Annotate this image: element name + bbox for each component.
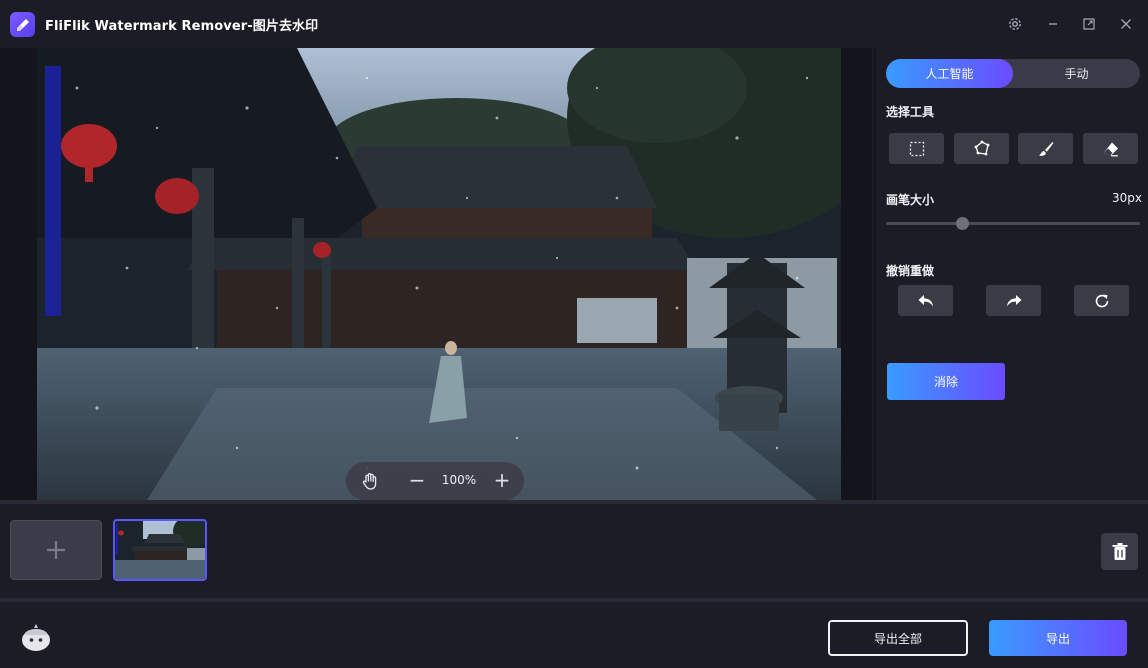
slider-thumb[interactable] — [955, 217, 969, 230]
select-tool-label: 选择工具 — [886, 105, 935, 119]
redo-button[interactable] — [986, 285, 1041, 316]
title-bar: FliFlik Watermark Remover-图片去水印 — [0, 0, 1148, 48]
gear-icon[interactable] — [1005, 14, 1025, 34]
trash-icon — [1112, 542, 1127, 560]
brush-button[interactable] — [1018, 133, 1073, 164]
brush-size-slider[interactable] — [886, 217, 1140, 230]
eraser-button[interactable] — [1083, 133, 1138, 164]
undo-icon — [918, 294, 933, 306]
export-button[interactable]: 导出 — [989, 620, 1127, 656]
lasso-select-icon — [974, 140, 989, 155]
undo-button[interactable] — [898, 285, 953, 316]
zoom-out-button[interactable]: − — [408, 470, 426, 492]
rectangle-select-button[interactable] — [889, 133, 944, 164]
app-title: FliFlik Watermark Remover-图片去水印 — [45, 19, 319, 34]
maximize-icon[interactable] — [1079, 14, 1099, 34]
hand-icon[interactable] — [360, 471, 380, 491]
brush-icon — [1038, 141, 1053, 156]
brush-size-label: 画笔大小 — [886, 193, 935, 207]
broom-icon — [10, 12, 35, 37]
tab-ai-mode[interactable]: 人工智能 — [886, 59, 1013, 88]
rectangle-select-icon — [909, 141, 924, 156]
lasso-select-button[interactable] — [954, 133, 1009, 164]
eraser-icon — [1103, 142, 1118, 156]
zoom-toolbar: − 100% + — [346, 462, 524, 500]
reset-icon — [1095, 294, 1108, 307]
clear-button[interactable]: 消除 — [887, 363, 1005, 400]
image-strip — [0, 500, 1148, 598]
minimize-icon[interactable] — [1043, 14, 1063, 34]
zoom-in-button[interactable]: + — [493, 470, 511, 492]
edited-photo[interactable] — [37, 48, 841, 500]
undo-redo-label: 撤销重做 — [886, 264, 935, 278]
tab-manual-mode[interactable]: 手动 — [1013, 59, 1140, 88]
plus-icon — [47, 541, 65, 559]
tool-panel: 人工智能 手动 选择工具 画笔大小 30px 撤销重做 消除 — [874, 48, 1148, 500]
mascot-icon[interactable] — [19, 620, 53, 654]
redo-icon — [1006, 294, 1021, 306]
export-all-button[interactable]: 导出全部 — [828, 620, 968, 656]
add-image-button[interactable] — [10, 520, 102, 580]
bottom-bar: 导出全部 导出 — [0, 598, 1148, 668]
zoom-level: 100% — [441, 473, 477, 487]
close-icon[interactable] — [1116, 14, 1136, 34]
brush-size-value: 30px — [1112, 191, 1142, 205]
delete-image-button[interactable] — [1101, 533, 1138, 570]
canvas-area[interactable]: − 100% + — [0, 48, 872, 500]
app-window: FliFlik Watermark Remover-图片去水印 − 100% +… — [0, 0, 1148, 668]
mode-toggle: 人工智能 手动 — [886, 59, 1140, 88]
image-thumbnail[interactable] — [113, 519, 207, 581]
reset-button[interactable] — [1074, 285, 1129, 316]
